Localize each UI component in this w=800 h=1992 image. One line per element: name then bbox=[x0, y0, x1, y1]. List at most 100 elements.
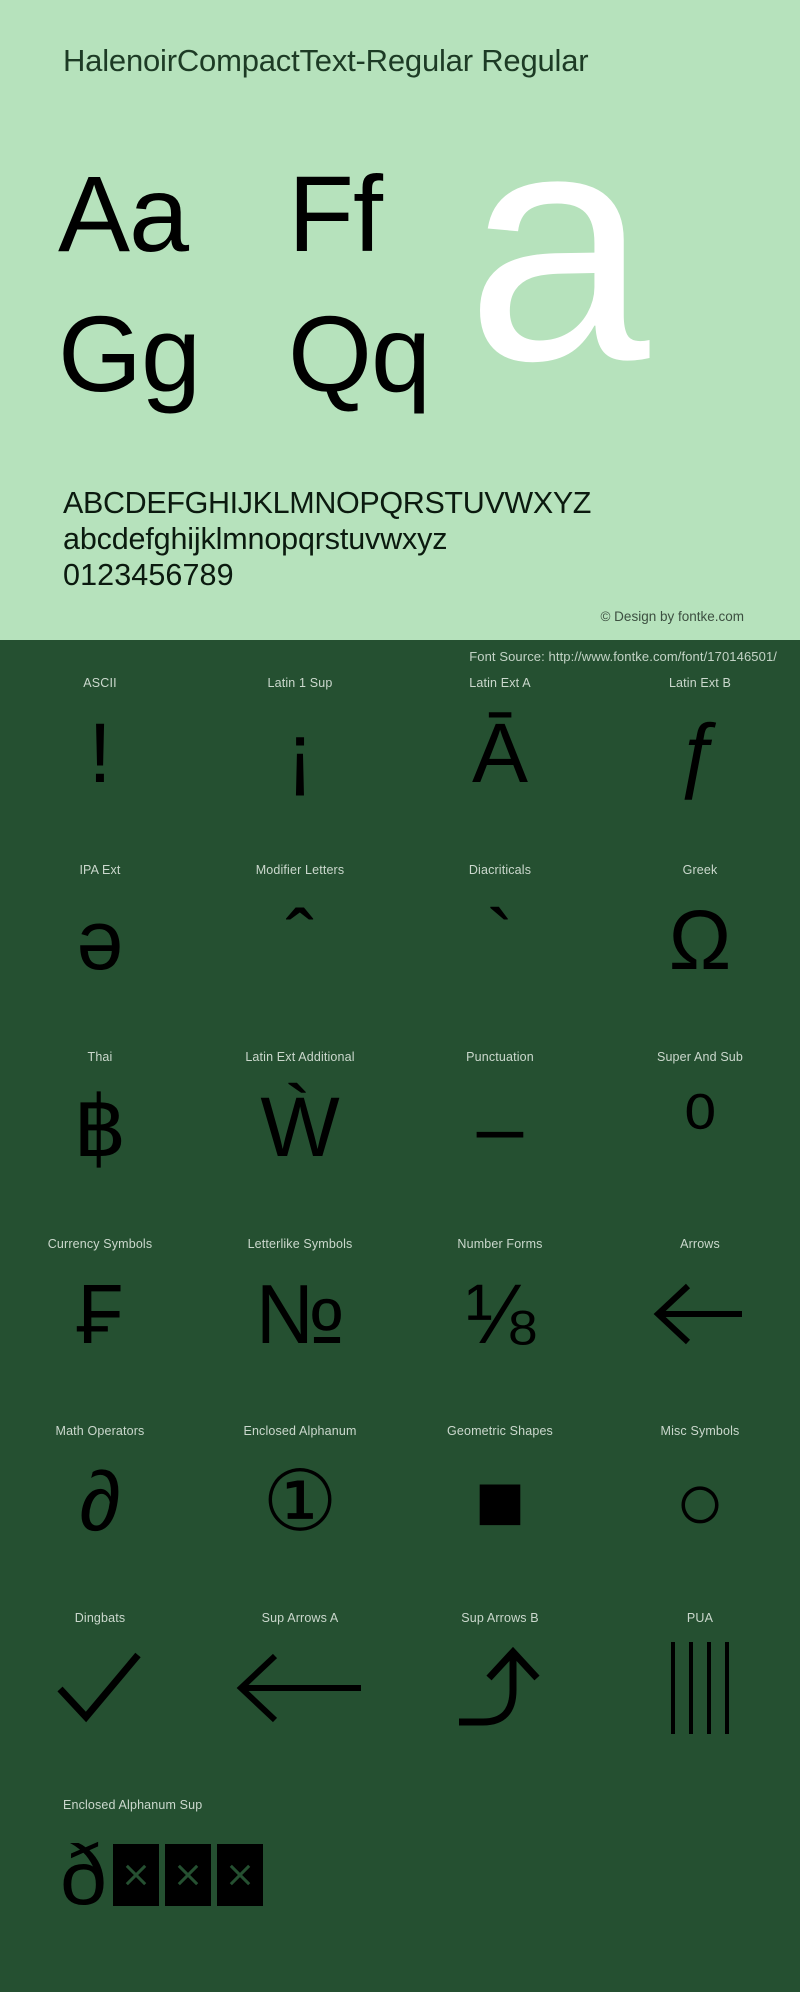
glyph-cell-label: ASCII bbox=[83, 676, 117, 690]
unicode-block-grid: ASCII ! Latin 1 Sup ¡ Latin Ext A Ā Lati… bbox=[0, 670, 800, 1982]
glyph-cell-label: Latin Ext Additional bbox=[245, 1050, 355, 1064]
missing-glyph-box-icon bbox=[164, 1844, 211, 1906]
glyph-sample: ! bbox=[88, 706, 112, 800]
glyph-sample: ə bbox=[76, 893, 124, 987]
glyph-cell-label: Punctuation bbox=[466, 1050, 534, 1064]
glyph-sample bbox=[600, 1255, 800, 1373]
glyph-cell-label: Number Forms bbox=[457, 1237, 543, 1251]
glyph-cell-sup-arrows-a: Sup Arrows A bbox=[200, 1605, 400, 1792]
font-source-link[interactable]: Font Source: http://www.fontke.com/font/… bbox=[469, 649, 777, 664]
alphabet-block: ABCDEFGHIJKLMNOPQRSTUVWXYZ abcdefghijklm… bbox=[63, 485, 763, 593]
sample-pair-ff: Ff bbox=[288, 153, 383, 274]
glyph-cell-label: Sup Arrows B bbox=[461, 1611, 539, 1625]
glyph-cell-enclosed-alphanum: Enclosed Alphanum ① bbox=[200, 1418, 400, 1605]
bar bbox=[725, 1642, 729, 1734]
checkmark-icon bbox=[57, 1652, 141, 1723]
glyph-cell-label: IPA Ext bbox=[79, 863, 121, 877]
glyph-sample bbox=[200, 1629, 400, 1747]
glyph-cell-sup-arrows-b: Sup Arrows B bbox=[400, 1605, 600, 1792]
bar bbox=[689, 1642, 693, 1734]
glyph-cell-label: Arrows bbox=[680, 1237, 720, 1251]
design-credit: © Design by fontke.com bbox=[600, 609, 744, 624]
glyph-sample: ƒ bbox=[676, 706, 724, 800]
glyph-cell-label: Currency Symbols bbox=[47, 1237, 153, 1251]
glyph-sample: ■ bbox=[474, 1454, 526, 1548]
uppercase-alphabet: ABCDEFGHIJKLMNOPQRSTUVWXYZ bbox=[63, 486, 592, 520]
glyph-coverage-panel: Font Source: http://www.fontke.com/font/… bbox=[0, 640, 800, 1992]
missing-glyph-row: ð bbox=[60, 1831, 263, 1919]
sample-pair-gg: Gg bbox=[58, 293, 201, 414]
glyph-cell-label: Modifier Letters bbox=[255, 863, 345, 877]
glyph-sample bbox=[0, 1629, 200, 1747]
glyph-cell-math-operators: Math Operators ∂ bbox=[0, 1418, 200, 1605]
glyph-sample: ∂ bbox=[79, 1454, 121, 1548]
glyph-cell-label: Thai bbox=[87, 1050, 113, 1064]
glyph-sample: ` bbox=[486, 893, 514, 987]
glyph-cell-number-forms: Number Forms ⅛ bbox=[400, 1231, 600, 1418]
glyph-sample: № bbox=[254, 1267, 346, 1361]
glyph-sample: ⁰ bbox=[683, 1080, 717, 1174]
glyph-cell-label: Latin Ext B bbox=[668, 676, 732, 690]
glyph-cell-currency-symbols: Currency Symbols ₣ bbox=[0, 1231, 200, 1418]
glyph-cell-pua: PUA bbox=[600, 1605, 800, 1792]
sample-pair-aa: Aa bbox=[58, 153, 189, 274]
glyph-cell-ascii: ASCII ! bbox=[0, 670, 200, 857]
glyph-cell-super-and-sub: Super And Sub ⁰ bbox=[600, 1044, 800, 1231]
glyph-cell-label: Sup Arrows A bbox=[261, 1611, 339, 1625]
sample-letter-pairs: Aa Ff Gg Qq bbox=[58, 160, 528, 440]
glyph-cell-label: Latin Ext A bbox=[469, 676, 531, 690]
glyph-row: Math Operators ∂ Enclosed Alphanum ① Geo… bbox=[0, 1418, 800, 1605]
glyph-row: Currency Symbols ₣ Letterlike Symbols № … bbox=[0, 1231, 800, 1418]
glyph-cell-label: Math Operators bbox=[55, 1424, 145, 1438]
glyph-sample: ⅛ bbox=[464, 1267, 536, 1361]
glyph-cell-label: Dingbats bbox=[74, 1611, 126, 1625]
glyph-sample: Ā bbox=[471, 706, 529, 800]
glyph-sample: ฿ bbox=[73, 1080, 127, 1174]
glyph-cell-latin-ext-b: Latin Ext B ƒ bbox=[600, 670, 800, 857]
sample-pair-qq: Qq bbox=[288, 293, 431, 414]
lowercase-alphabet: abcdefghijklmnopqrstuvwxyz bbox=[63, 522, 448, 556]
sample-pair-row: Gg Qq bbox=[58, 300, 528, 440]
glyph-cell-diacriticals: Diacriticals ` bbox=[400, 857, 600, 1044]
glyph-cell-latin-1-sup: Latin 1 Sup ¡ bbox=[200, 670, 400, 857]
glyph-cell-latin-ext-additional: Latin Ext Additional Ẁ bbox=[200, 1044, 400, 1231]
glyph-cell-label: Latin 1 Sup bbox=[267, 676, 333, 690]
glyph-sample bbox=[400, 1629, 600, 1747]
glyph-cell-label: Enclosed Alphanum Sup bbox=[63, 1798, 203, 1812]
glyph-cell-enclosed-alphanum-sup: Enclosed Alphanum Sup ð bbox=[0, 1792, 800, 1982]
glyph-cell-misc-symbols: Misc Symbols ○ bbox=[600, 1418, 800, 1605]
glyph-sample: ¡ bbox=[286, 706, 314, 800]
glyph-cell-greek: Greek Ω bbox=[600, 857, 800, 1044]
glyph-cell-thai: Thai ฿ bbox=[0, 1044, 200, 1231]
bar bbox=[707, 1642, 711, 1734]
glyph-row: Dingbats Sup Arrows A Sup Arrows B PUA bbox=[0, 1605, 800, 1792]
digit-sample: 0123456789 bbox=[63, 558, 234, 592]
eth-glyph: ð bbox=[60, 1828, 107, 1922]
glyph-sample: – bbox=[476, 1080, 524, 1174]
glyph-cell-label: Greek bbox=[682, 863, 718, 877]
glyph-cell-label: Diacriticals bbox=[468, 863, 532, 877]
bar bbox=[671, 1642, 675, 1734]
glyph-row: Thai ฿ Latin Ext Additional Ẁ Punctuatio… bbox=[0, 1044, 800, 1231]
glyph-sample: ₣ bbox=[76, 1267, 124, 1361]
glyph-cell-latin-ext-a: Latin Ext A Ā bbox=[400, 670, 600, 857]
sample-pair-row: Aa Ff bbox=[58, 160, 528, 300]
glyph-cell-punctuation: Punctuation – bbox=[400, 1044, 600, 1231]
glyph-cell-label: Enclosed Alphanum bbox=[243, 1424, 357, 1438]
glyph-cell-dingbats: Dingbats bbox=[0, 1605, 200, 1792]
glyph-sample: ð bbox=[0, 1816, 800, 1934]
arrow-curving-up-icon bbox=[459, 1646, 540, 1726]
left-arrow-icon bbox=[653, 1283, 742, 1345]
glyph-sample: Ω bbox=[668, 893, 732, 987]
glyph-row: IPA Ext ə Modifier Letters ˆ Diacritical… bbox=[0, 857, 800, 1044]
glyph-cell-letterlike-symbols: Letterlike Symbols № bbox=[200, 1231, 400, 1418]
glyph-cell-modifier-letters: Modifier Letters ˆ bbox=[200, 857, 400, 1044]
glyph-cell-label: Letterlike Symbols bbox=[247, 1237, 353, 1251]
vertical-bars-icon bbox=[671, 1642, 729, 1734]
long-left-arrow-icon bbox=[236, 1653, 361, 1723]
missing-glyph-box-icon bbox=[216, 1844, 263, 1906]
glyph-sample: ˆ bbox=[286, 893, 314, 987]
glyph-sample: Ẁ bbox=[260, 1080, 340, 1174]
glyph-sample: ① bbox=[262, 1454, 338, 1548]
glyph-row: ASCII ! Latin 1 Sup ¡ Latin Ext A Ā Lati… bbox=[0, 670, 800, 857]
